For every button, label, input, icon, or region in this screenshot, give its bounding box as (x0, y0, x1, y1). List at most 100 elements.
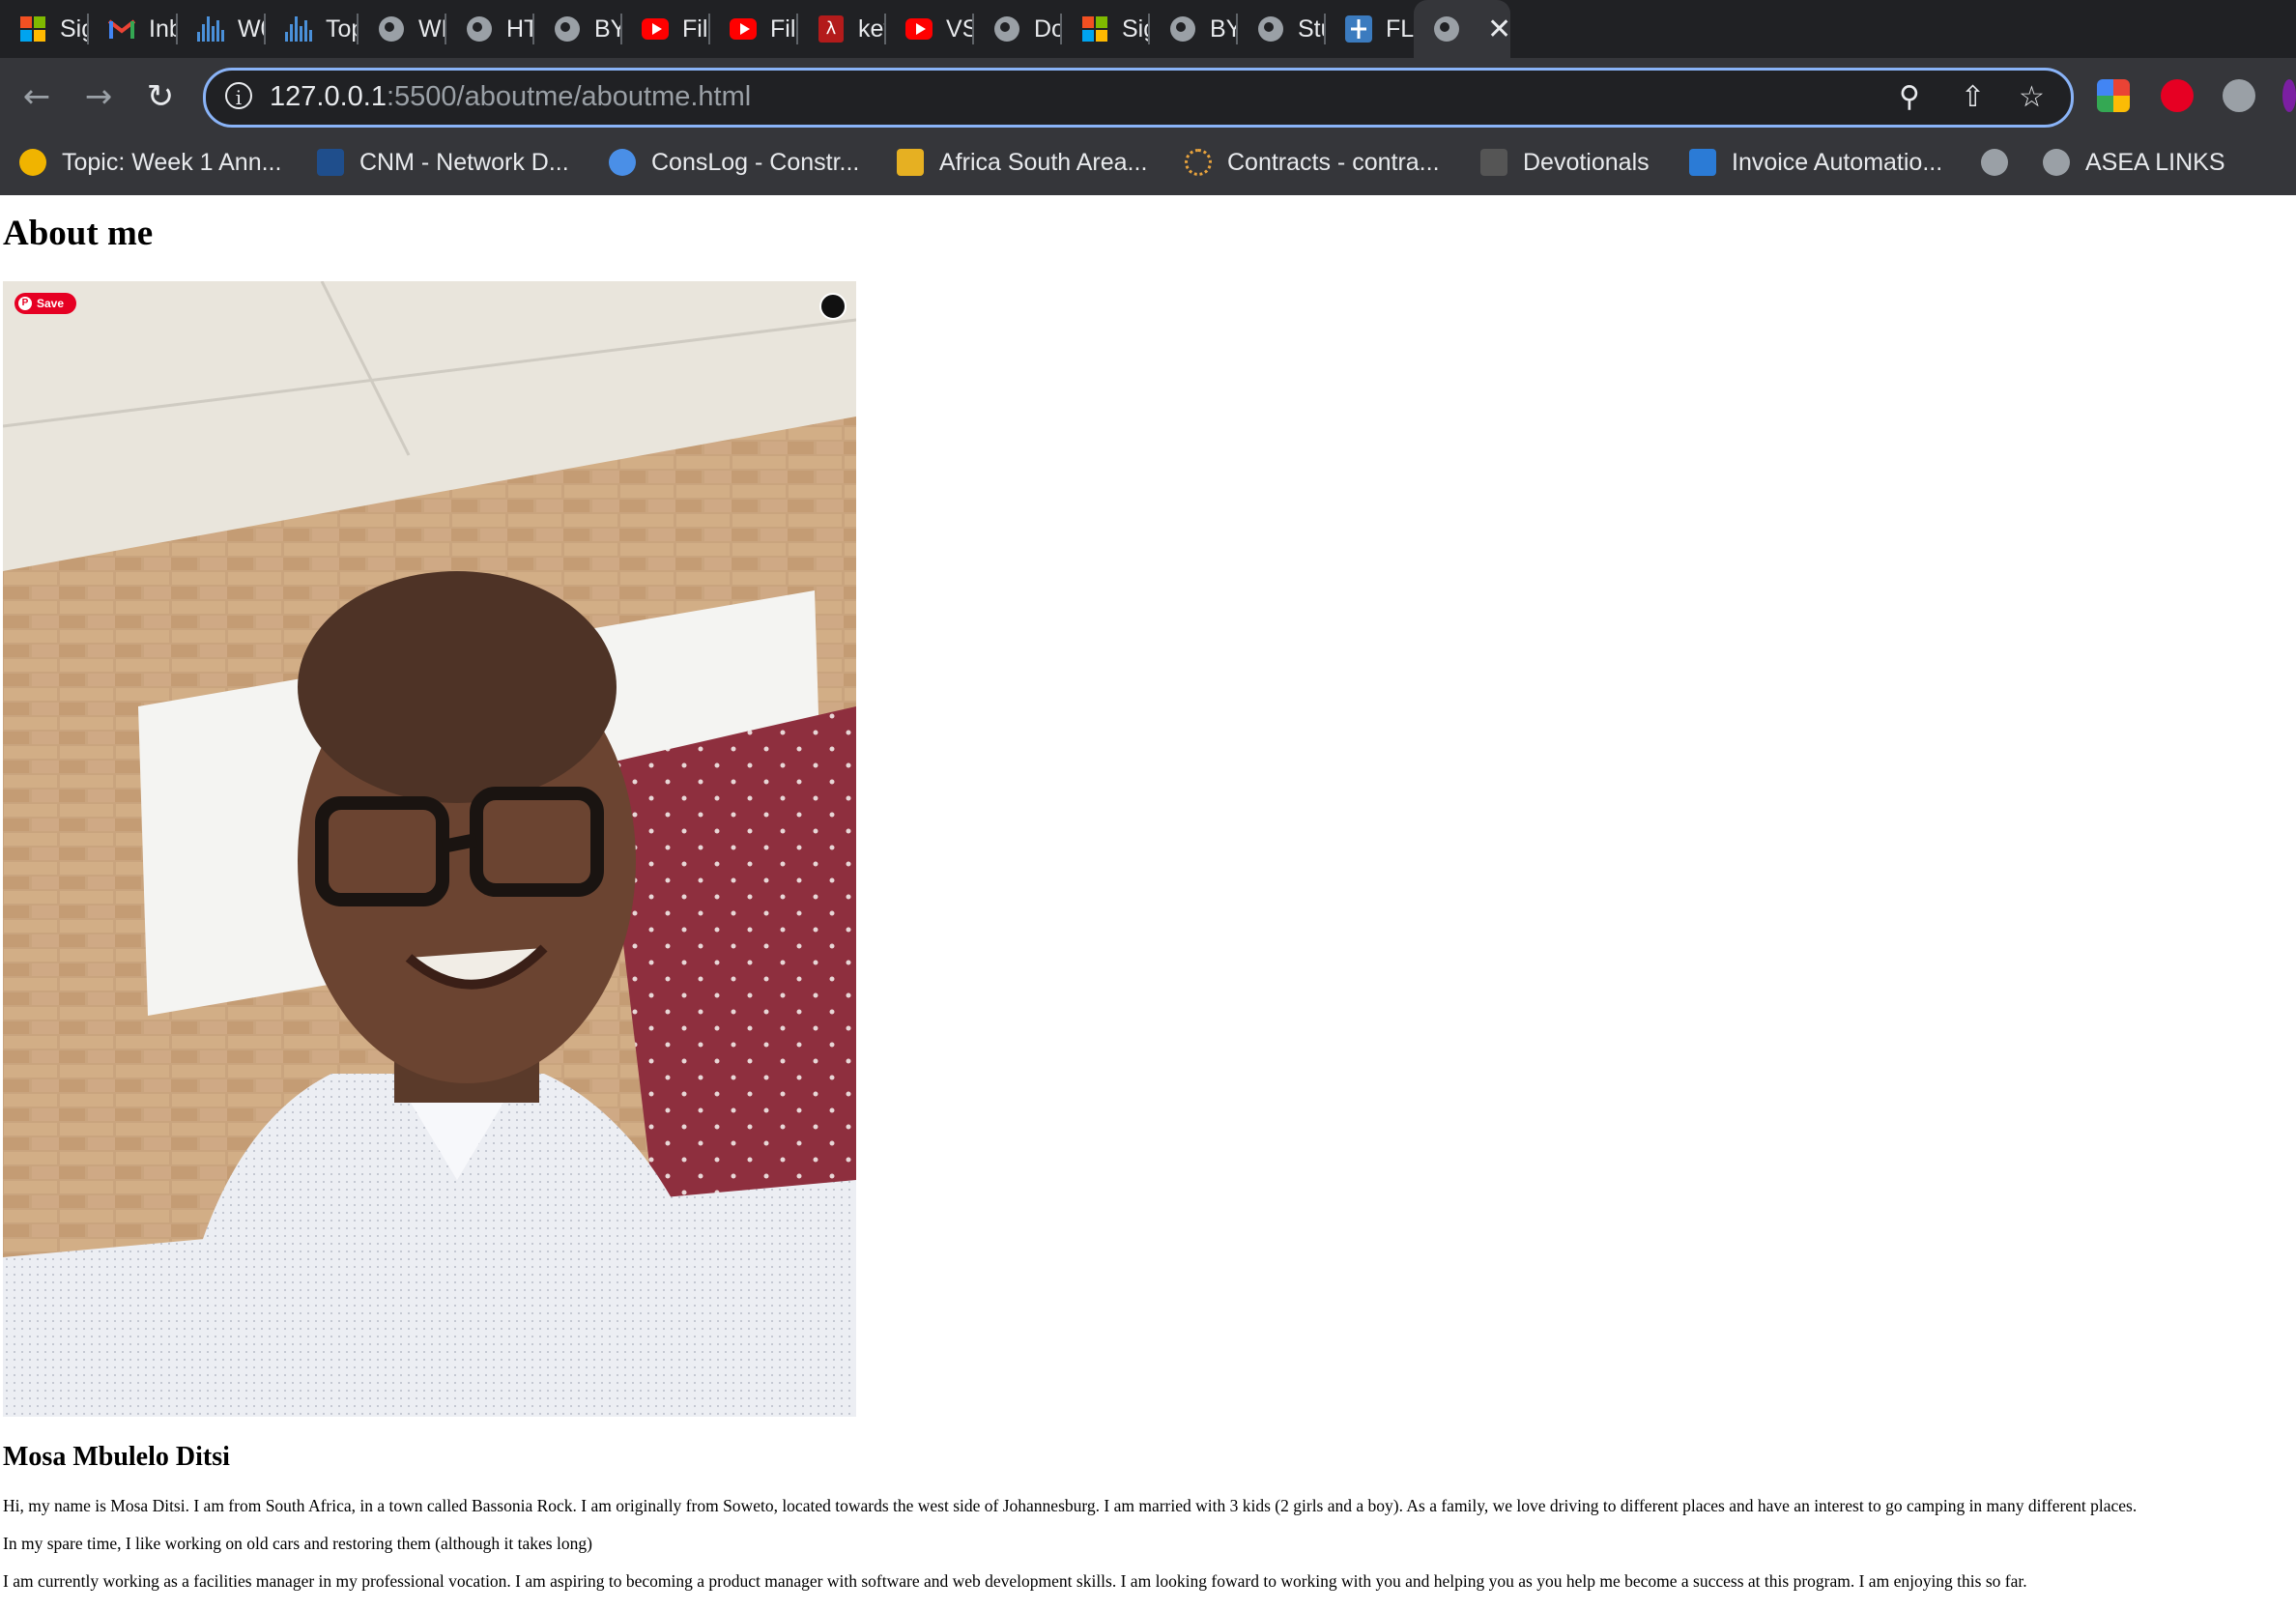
tab-wdd[interactable]: WDD (359, 0, 446, 58)
bio-paragraph-3: I am currently working as a facilities m… (3, 1571, 2027, 1591)
globe-icon (378, 15, 405, 43)
photo-illustration (3, 281, 856, 1417)
bookmark-label: Africa South Area... (939, 148, 1148, 176)
youtube-icon (730, 15, 757, 43)
tab-file-m-1[interactable]: File M (622, 0, 710, 58)
tab-label: keyb (858, 14, 886, 43)
pinterest-icon: P (18, 297, 32, 310)
tab-keyb[interactable]: λ keyb (798, 0, 886, 58)
page-title: About me (3, 214, 154, 253)
profile-photo: P Save (3, 281, 856, 1417)
toolbar: ← → ↻ i 127.0.0.1:5500/aboutme/aboutme.h… (0, 58, 2296, 135)
tab-label: W01 (238, 14, 266, 43)
globe-icon (1433, 15, 1460, 43)
extension-icon-partial[interactable] (2282, 79, 2296, 112)
visual-search-icon[interactable] (819, 293, 847, 320)
globe-icon (1981, 149, 2008, 176)
tab-active[interactable]: Al ✕ (1414, 0, 1510, 58)
tab-file-m-2[interactable]: File M (710, 0, 798, 58)
bookmark-topic[interactable]: Topic: Week 1 Ann... (19, 135, 281, 189)
bookmark-label: Devotionals (1523, 148, 1650, 176)
bookmark-cnm[interactable]: CNM - Network D... (317, 135, 569, 189)
tab-docu[interactable]: Docu (974, 0, 1062, 58)
google-extension-icon[interactable] (2097, 79, 2130, 112)
tab-label: Sign (60, 14, 89, 43)
url-host: 127.0.0.1 (270, 81, 387, 112)
extension-icon[interactable] (2223, 79, 2255, 112)
bookmark-label: ASEA LINKS (2085, 148, 2225, 176)
bookmark-invoice[interactable]: Invoice Automatio... (1689, 135, 1942, 189)
tab-stude[interactable]: Stude (1238, 0, 1326, 58)
globe-icon (554, 15, 581, 43)
globe-icon (993, 15, 1020, 43)
tab-label: FLS (1386, 14, 1414, 43)
tab-strip: Sign Inbox W01 Topic WDD HTMI BYU- File (0, 0, 2296, 58)
tab-sign-2[interactable]: Sign (1062, 0, 1150, 58)
address-bar[interactable]: i 127.0.0.1:5500/aboutme/aboutme.html ⚲ … (203, 68, 2074, 128)
tab-inbox[interactable]: Inbox (89, 0, 178, 58)
bookmark-label: Topic: Week 1 Ann... (62, 148, 282, 176)
tab-label: WDD (418, 14, 446, 43)
microsoft-icon (1081, 15, 1108, 43)
tab-label: File M (682, 14, 710, 43)
bookmark-contracts[interactable]: Contracts - contra... (1185, 135, 1440, 189)
zoom-icon[interactable]: ⚲ (1899, 80, 1920, 114)
person-name: Mosa Mbulelo Ditsi (3, 1442, 230, 1472)
bookmark-asea[interactable]: ASEA LINKS (2043, 135, 2225, 189)
close-tab-icon[interactable]: ✕ (1487, 13, 1510, 46)
page-content: About me P Save Mosa Mbulelo Ditsi Hi, m… (0, 195, 2296, 1610)
byu-icon (1480, 149, 1507, 176)
tab-label: HTMI (506, 14, 534, 43)
canvas-icon (19, 149, 46, 176)
bookmark-conslog[interactable]: ConsLog - Constr... (609, 135, 859, 189)
share-icon[interactable]: ⇧ (1961, 80, 1985, 114)
contracts-icon (1185, 149, 1212, 176)
globe-icon (466, 15, 493, 43)
tab-w01[interactable]: W01 (178, 0, 266, 58)
bookmark-africa[interactable]: Africa South Area... (897, 135, 1147, 189)
tab-byu[interactable]: BYU- (534, 0, 622, 58)
tab-fls[interactable]: FLS (1326, 0, 1414, 58)
bio-paragraph-1: Hi, my name is Mosa Ditsi. I am from Sou… (3, 1496, 2138, 1515)
gmail-icon (108, 15, 135, 43)
info-icon[interactable]: i (225, 82, 252, 109)
fls-icon (1345, 15, 1372, 43)
back-button[interactable]: ← (12, 72, 62, 122)
bookmarks-bar: Topic: Week 1 Ann... CNM - Network D... … (0, 135, 2296, 195)
browser-chrome: Sign Inbox W01 Topic WDD HTMI BYU- File (0, 0, 2296, 195)
conslog-icon (609, 149, 636, 176)
tab-html[interactable]: HTMI (446, 0, 534, 58)
tab-label: BYU- (594, 14, 622, 43)
save-label: Save (37, 297, 65, 310)
bookmark-star-icon[interactable]: ☆ (2019, 80, 2045, 114)
tab-label: Sign (1122, 14, 1150, 43)
tab-sign-1[interactable]: Sign (0, 0, 89, 58)
tab-vsco[interactable]: VSCo (886, 0, 974, 58)
reload-button[interactable]: ↻ (135, 72, 186, 122)
bio-paragraph-2: In my spare time, I like working on old … (3, 1534, 592, 1553)
bookmark-globe[interactable] (1981, 135, 2023, 189)
globe-icon (1169, 15, 1196, 43)
tab-label: File M (770, 14, 798, 43)
url-text[interactable]: 127.0.0.1:5500/aboutme/aboutme.html (270, 81, 751, 113)
tab-byui[interactable]: BYUI (1150, 0, 1238, 58)
bars-icon (285, 15, 312, 43)
pinterest-icon[interactable] (2161, 79, 2194, 112)
pinterest-save-button[interactable]: P Save (14, 293, 76, 314)
chart-icon (897, 149, 924, 176)
bookmark-devotionals[interactable]: Devotionals (1480, 135, 1650, 189)
tab-topic[interactable]: Topic (266, 0, 359, 58)
tab-label: BYUI (1210, 14, 1238, 43)
tab-label: VSCo (946, 14, 974, 43)
tab-label: Stude (1298, 14, 1326, 43)
bookmark-label: Contracts - contra... (1227, 148, 1440, 176)
forward-button[interactable]: → (73, 72, 124, 122)
bookmark-label: ConsLog - Constr... (651, 148, 860, 176)
tab-label: Docu (1034, 14, 1062, 43)
url-path: :5500/aboutme/aboutme.html (386, 81, 752, 112)
pdf-icon: λ (818, 15, 845, 43)
cnm-icon (317, 149, 344, 176)
invoice-icon (1689, 149, 1716, 176)
bars-icon (197, 15, 224, 43)
youtube-icon (905, 15, 933, 43)
